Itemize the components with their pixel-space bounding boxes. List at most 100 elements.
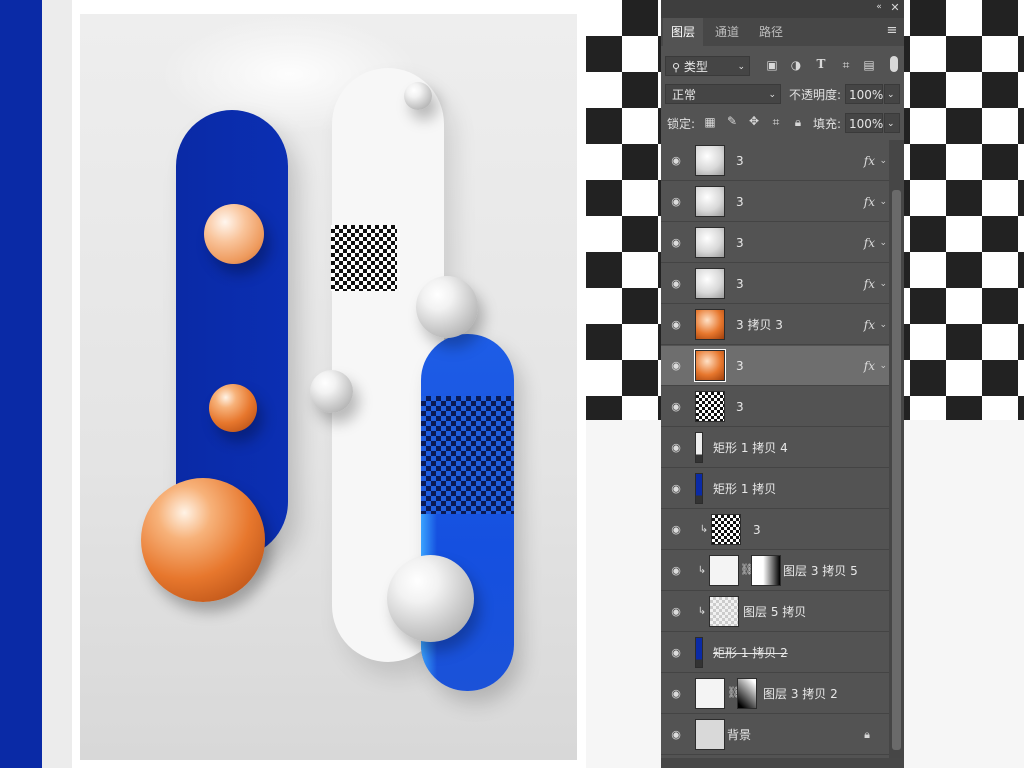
blend-mode-select[interactable]: 正常 ⌄ (665, 84, 781, 104)
opacity-dropdown[interactable]: ⌄ (884, 84, 900, 104)
layer-row[interactable]: ◉ 3 fx ⌄ (661, 223, 889, 263)
visibility-eye-icon[interactable]: ◉ (669, 236, 683, 250)
visibility-eye-icon[interactable]: ◉ (669, 687, 683, 701)
collapse-icon[interactable]: « (873, 2, 885, 12)
mask-link-icon[interactable]: ⛓ (740, 563, 754, 576)
filter-pixel-icon[interactable]: ▣ (765, 58, 779, 72)
poster-canvas[interactable] (80, 14, 577, 760)
visibility-eye-icon[interactable]: ◉ (669, 400, 683, 414)
layer-thumbnail[interactable] (695, 145, 725, 176)
layer-effects-icon[interactable]: fx (864, 264, 875, 304)
visibility-eye-icon[interactable]: ◉ (669, 318, 683, 332)
scrollbar-thumb[interactable] (892, 190, 901, 750)
layer-name[interactable]: 图层 5 拷贝 (743, 592, 806, 632)
visibility-eye-icon[interactable]: ◉ (669, 523, 683, 537)
tab-paths[interactable]: 路径 (751, 18, 791, 46)
opacity-input[interactable]: 100% (845, 84, 883, 104)
mask-link-icon[interactable]: ⛓ (727, 686, 741, 699)
layer-row[interactable]: ◉ ↳ 3 (661, 510, 889, 550)
filter-shape-icon[interactable]: ⌗ (839, 58, 853, 73)
layer-thumbnail[interactable] (695, 268, 725, 299)
expand-effects-chevron-icon[interactable]: ⌄ (879, 264, 887, 304)
layer-scrollbar[interactable] (889, 140, 904, 758)
layer-name[interactable]: 3 (736, 182, 744, 222)
visibility-eye-icon[interactable]: ◉ (669, 564, 683, 578)
layer-name[interactable]: 3 拷贝 3 (736, 305, 783, 345)
layer-thumbnail[interactable] (709, 596, 739, 627)
layer-name[interactable]: 背景 (727, 715, 751, 755)
layer-name[interactable]: 图层 3 拷贝 5 (783, 551, 858, 591)
layer-effects-icon[interactable]: fx (864, 223, 875, 263)
visibility-eye-icon[interactable]: ◉ (669, 154, 683, 168)
visibility-eye-icon[interactable]: ◉ (669, 277, 683, 291)
layer-row[interactable]: ◉ 矩形 1 拷贝 2 (661, 633, 889, 673)
layer-thumbnail[interactable] (695, 637, 703, 668)
layer-name[interactable]: 3 (736, 141, 744, 181)
layer-thumbnail[interactable] (695, 473, 703, 504)
layer-thumbnail[interactable] (695, 227, 725, 258)
layer-row[interactable]: ◉ 3 (661, 387, 889, 427)
layer-name[interactable]: 图层 3 拷贝 2 (763, 674, 838, 714)
layer-effects-icon[interactable]: fx (864, 305, 875, 345)
layer-mask-thumbnail[interactable] (751, 555, 781, 586)
layer-row[interactable]: ◉ 3 拷贝 3 fx ⌄ (661, 305, 889, 345)
lock-move-icon[interactable]: ✥ (747, 114, 761, 128)
expand-effects-chevron-icon[interactable]: ⌄ (879, 141, 887, 181)
layer-thumbnail[interactable] (709, 555, 739, 586)
layer-thumbnail[interactable] (711, 514, 741, 545)
layer-name[interactable]: 3 (736, 387, 744, 427)
visibility-eye-icon[interactable]: ◉ (669, 359, 683, 373)
filter-toggle-icon[interactable] (890, 56, 898, 72)
close-icon[interactable]: ✕ (889, 1, 901, 14)
fill-input[interactable]: 100% (845, 113, 883, 133)
lock-transparent-icon[interactable]: ▦ (703, 115, 717, 129)
layer-effects-icon[interactable]: fx (864, 346, 875, 386)
visibility-eye-icon[interactable]: ◉ (669, 482, 683, 496)
layer-thumbnail[interactable] (695, 719, 725, 750)
tab-channels[interactable]: 通道 (707, 18, 747, 46)
layer-thumbnail[interactable] (695, 186, 725, 217)
layer-row[interactable]: ◉ 矩形 1 拷贝 4 (661, 428, 889, 468)
layer-row[interactable]: ◉ 矩形 1 拷贝 (661, 469, 889, 509)
filter-smart-icon[interactable]: ▤ (862, 58, 876, 72)
expand-effects-chevron-icon[interactable]: ⌄ (879, 346, 887, 386)
visibility-eye-icon[interactable]: ◉ (669, 441, 683, 455)
visibility-eye-icon[interactable]: ◉ (669, 605, 683, 619)
layer-name[interactable]: 3 (736, 223, 744, 263)
expand-effects-chevron-icon[interactable]: ⌄ (879, 223, 887, 263)
layer-thumbnail[interactable] (695, 309, 725, 340)
layer-row[interactable]: ◉ 3 fx ⌄ (661, 141, 889, 181)
layer-row[interactable]: ◉ 3 fx ⌄ (661, 264, 889, 304)
layer-name[interactable]: 矩形 1 拷贝 2 (713, 633, 788, 673)
layer-mask-thumbnail[interactable] (737, 678, 757, 709)
lock-all-icon[interactable]: 🔒︎ (791, 115, 805, 130)
layer-row[interactable]: ◉ ↳ ⛓ 图层 3 拷贝 5 (661, 551, 889, 591)
expand-effects-chevron-icon[interactable]: ⌄ (879, 182, 887, 222)
layer-effects-icon[interactable]: fx (864, 141, 875, 181)
layer-thumbnail[interactable] (694, 349, 726, 382)
layer-effects-icon[interactable]: fx (864, 182, 875, 222)
filter-type-icon[interactable]: T (814, 57, 828, 71)
visibility-eye-icon[interactable]: ◉ (669, 646, 683, 660)
panel-menu-icon[interactable]: ≡ (885, 24, 899, 38)
lock-paint-icon[interactable]: ✎ (725, 114, 739, 128)
visibility-eye-icon[interactable]: ◉ (669, 728, 683, 742)
expand-effects-chevron-icon[interactable]: ⌄ (879, 305, 887, 345)
visibility-eye-icon[interactable]: ◉ (669, 195, 683, 209)
layer-thumbnail[interactable] (695, 391, 725, 422)
layer-name[interactable]: 矩形 1 拷贝 (713, 469, 776, 509)
layer-name[interactable]: 3 (736, 264, 744, 304)
layer-thumbnail[interactable] (695, 678, 725, 709)
layer-row[interactable]: ◉ ↳ 图层 5 拷贝 (661, 592, 889, 632)
layer-name[interactable]: 3 (753, 510, 761, 550)
layer-row[interactable]: ◉ ⛓ 图层 3 拷贝 2 (661, 674, 889, 714)
fill-dropdown[interactable]: ⌄ (884, 113, 900, 133)
layer-thumbnail[interactable] (695, 432, 703, 463)
layer-row[interactable]: ◉ 3 fx ⌄ (661, 182, 889, 222)
layer-name[interactable]: 矩形 1 拷贝 4 (713, 428, 788, 468)
lock-artboard-icon[interactable]: ⌗ (769, 115, 783, 130)
tab-layers[interactable]: 图层 (663, 18, 703, 46)
layer-row[interactable]: ◉ 3 fx ⌄ (661, 346, 889, 386)
layer-filter-select[interactable]: ⚲ 类型 ⌄ (665, 56, 750, 76)
filter-adjust-icon[interactable]: ◑ (789, 58, 803, 72)
